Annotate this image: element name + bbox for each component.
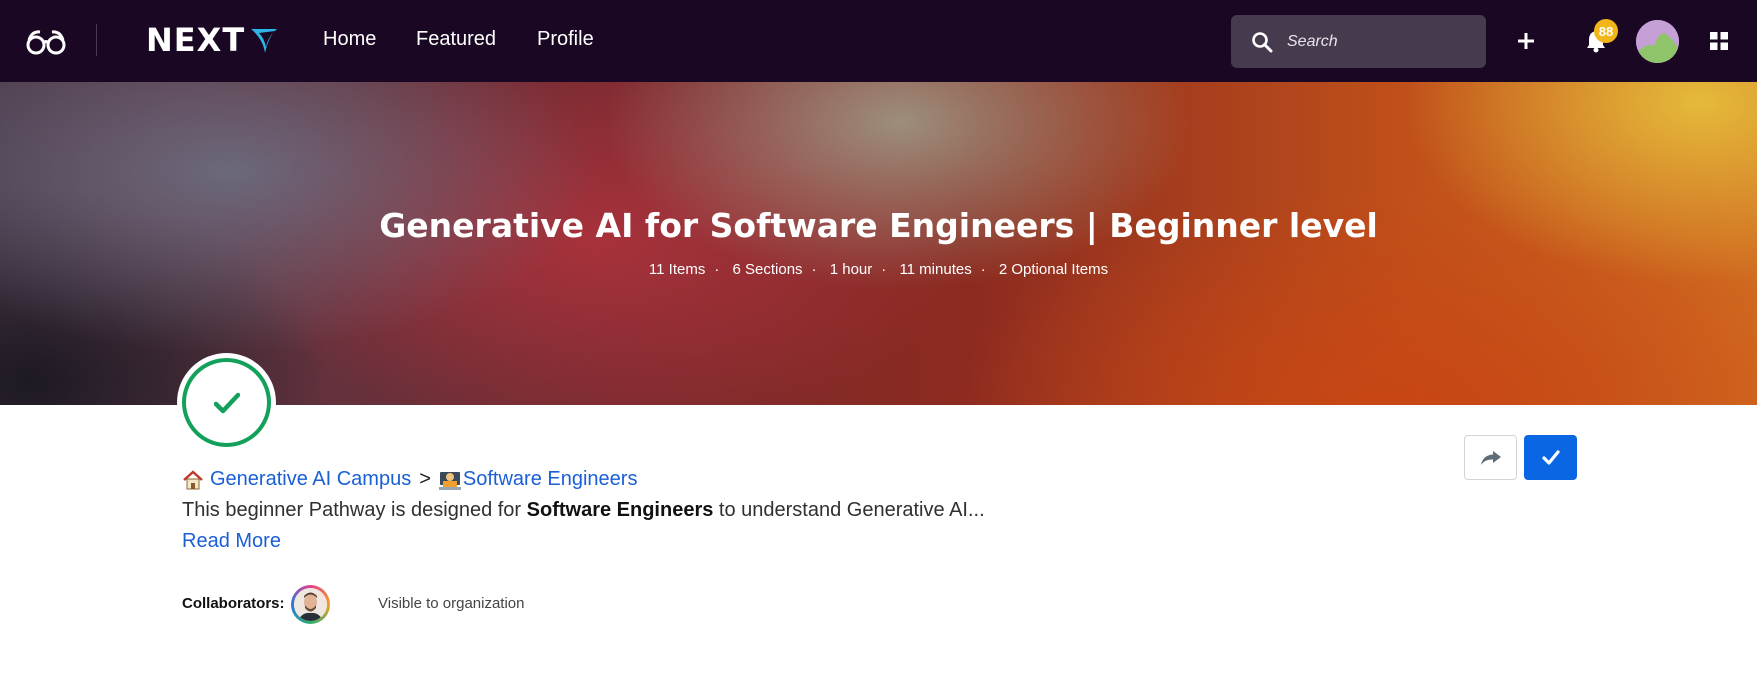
brand-logo[interactable]: NEXT bbox=[146, 20, 279, 60]
checkmark-icon bbox=[213, 392, 240, 413]
collaborator-photo bbox=[294, 588, 327, 621]
search-box[interactable] bbox=[1231, 15, 1486, 68]
breadcrumb: Generative AI Campus > Software Engineer… bbox=[182, 468, 637, 491]
glasses-logo-icon[interactable] bbox=[26, 26, 66, 56]
meta-items: 11 Items bbox=[648, 261, 706, 278]
nav-home-link[interactable]: Home bbox=[323, 28, 376, 51]
brand-name: NEXT bbox=[146, 21, 246, 59]
read-more-link[interactable]: Read More bbox=[182, 530, 281, 553]
pathway-meta: 11 Items · 6 Sections · 1 hour · 11 minutes… bbox=[648, 261, 1109, 278]
breadcrumb-software-engineers-link[interactable]: Software Engineers bbox=[463, 468, 638, 491]
notification-count-badge: 88 bbox=[1594, 19, 1618, 43]
hero-banner: Generative AI for Software Engineers | B… bbox=[0, 82, 1757, 405]
checkmark-icon bbox=[1541, 450, 1560, 465]
share-button[interactable] bbox=[1464, 435, 1517, 480]
collaborator-avatar[interactable] bbox=[291, 585, 330, 624]
apps-menu-button[interactable] bbox=[1709, 31, 1729, 51]
house-icon bbox=[183, 469, 203, 489]
completion-status-badge bbox=[177, 353, 276, 452]
create-button[interactable] bbox=[1514, 29, 1538, 53]
logo-divider bbox=[96, 24, 97, 56]
nav-profile-link[interactable]: Profile bbox=[537, 28, 594, 51]
mark-complete-button[interactable] bbox=[1524, 435, 1577, 480]
breadcrumb-separator: > bbox=[419, 468, 431, 490]
visibility-status: Visible to organization bbox=[378, 595, 525, 612]
meta-minutes: 11 minutes bbox=[899, 261, 972, 278]
search-input[interactable] bbox=[1287, 32, 1467, 51]
brand-swoosh-icon bbox=[251, 29, 278, 53]
apps-grid-icon bbox=[1710, 32, 1728, 50]
collaborators-label: Collaborators: bbox=[182, 595, 285, 612]
nav-featured-link[interactable]: Featured bbox=[416, 28, 496, 51]
pathway-title: Generative AI for Software Engineers | B… bbox=[379, 206, 1378, 245]
top-navbar: NEXT Home Featured Profile 88 bbox=[0, 0, 1757, 82]
description-highlight: Software Engineers bbox=[526, 499, 714, 521]
avatar-image bbox=[1636, 20, 1679, 63]
meta-sections: 6 Sections bbox=[732, 261, 803, 278]
technologist-icon bbox=[438, 471, 461, 490]
share-arrow-icon bbox=[1480, 450, 1501, 465]
search-icon bbox=[1252, 31, 1273, 52]
pathway-description: This beginner Pathway is designed for So… bbox=[182, 499, 985, 521]
user-avatar[interactable] bbox=[1636, 20, 1679, 63]
meta-optional-items: 2 Optional Items bbox=[998, 261, 1109, 278]
plus-icon bbox=[1518, 33, 1534, 49]
meta-hours: 1 hour bbox=[829, 261, 873, 278]
breadcrumb-campus-link[interactable]: Generative AI Campus bbox=[210, 468, 411, 491]
